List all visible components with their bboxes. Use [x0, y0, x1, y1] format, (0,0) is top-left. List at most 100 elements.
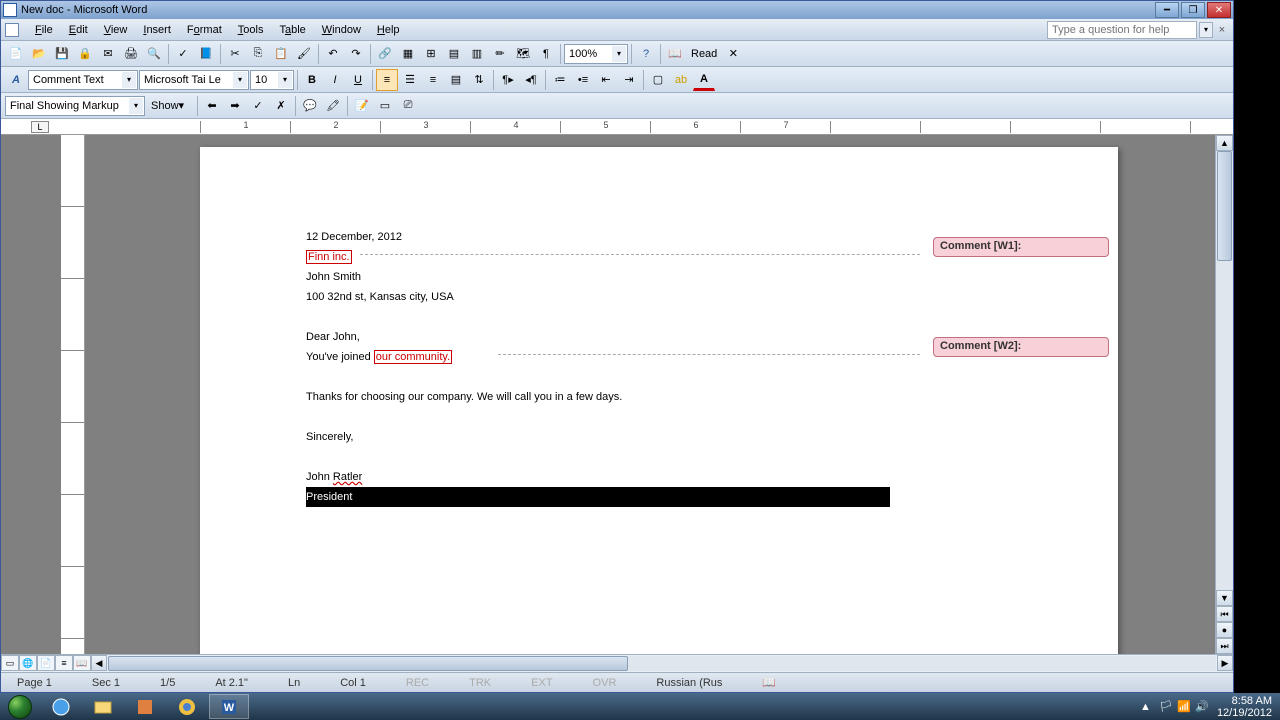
new-comment-icon[interactable]: 💬	[299, 95, 321, 117]
print-icon[interactable]: 🖨	[120, 43, 142, 65]
hscroll-track[interactable]	[108, 656, 1216, 671]
web-view-icon[interactable]: 🌐	[19, 655, 37, 671]
menu-edit[interactable]: Edit	[61, 22, 96, 38]
tray-flag-icon[interactable]: 🏳	[1159, 700, 1173, 714]
menu-table[interactable]: Table	[271, 22, 313, 38]
menu-view[interactable]: View	[96, 22, 136, 38]
help-search-input[interactable]	[1047, 21, 1197, 39]
comment-balloon-2[interactable]: Comment [W2]:	[933, 337, 1109, 357]
bold-icon[interactable]: B	[301, 69, 323, 91]
tables-borders-icon[interactable]: ▦	[397, 43, 419, 65]
scroll-thumb[interactable]	[1217, 151, 1232, 261]
ltr-icon[interactable]: ¶▸	[497, 69, 519, 91]
help-close-icon[interactable]: ×	[1215, 22, 1229, 38]
show-hidden-icons[interactable]: ▲	[1140, 701, 1151, 713]
balloons-icon[interactable]: ⎚	[397, 95, 419, 117]
show-menu[interactable]: Show▾	[146, 96, 194, 116]
normal-view-icon[interactable]: ▭	[1, 655, 19, 671]
print-preview-icon[interactable]: 🔍	[143, 43, 165, 65]
align-right-icon[interactable]: ≡	[422, 69, 444, 91]
read-mode-icon[interactable]: 📖	[664, 43, 686, 65]
next-change-icon[interactable]: ➡	[224, 95, 246, 117]
vertical-ruler[interactable]	[61, 135, 85, 654]
reviewing-pane-icon[interactable]: ▭	[374, 95, 396, 117]
prev-change-icon[interactable]: ⬅	[201, 95, 223, 117]
status-ovr[interactable]: OVR	[583, 677, 627, 689]
comment-balloon-1[interactable]: Comment [W1]:	[933, 237, 1109, 257]
browse-object-icon[interactable]: ●	[1216, 622, 1233, 638]
taskbar-chrome-icon[interactable]	[167, 694, 207, 719]
format-painter-icon[interactable]: 🖌	[293, 43, 315, 65]
status-language[interactable]: Russian (Rus	[646, 677, 732, 689]
cut-icon[interactable]: ✂	[224, 43, 246, 65]
highlight-icon[interactable]: ab	[670, 69, 692, 91]
new-doc-icon[interactable]: 📄	[5, 43, 27, 65]
menu-insert[interactable]: Insert	[135, 22, 179, 38]
accept-icon[interactable]: ✓	[247, 95, 269, 117]
minimize-button[interactable]: ━	[1155, 2, 1179, 18]
commented-text-2[interactable]: our community.	[374, 350, 452, 364]
decrease-indent-icon[interactable]: ⇤	[595, 69, 617, 91]
reject-icon[interactable]: ✗	[270, 95, 292, 117]
email-icon[interactable]: ✉	[97, 43, 119, 65]
doc-map-icon[interactable]: 🗺	[512, 43, 534, 65]
borders-icon[interactable]: ▢	[647, 69, 669, 91]
control-menu-icon[interactable]	[5, 23, 19, 37]
scroll-down-icon[interactable]: ▼	[1216, 590, 1233, 606]
menu-help[interactable]: Help	[369, 22, 408, 38]
tray-volume-icon[interactable]: 🔊	[1195, 700, 1209, 714]
vertical-scrollbar[interactable]: ▲ ▼ ⏮ ● ⏭	[1215, 135, 1233, 654]
commented-text-1[interactable]: Finn inc.	[306, 250, 352, 264]
align-left-icon[interactable]: ≡	[376, 69, 398, 91]
taskbar-clock[interactable]: 8:58 AM 12/19/2012	[1217, 695, 1272, 719]
start-button[interactable]	[0, 693, 40, 720]
rtl-icon[interactable]: ◂¶	[520, 69, 542, 91]
track-changes-icon[interactable]: 📝	[351, 95, 373, 117]
styles-pane-icon[interactable]: A	[5, 69, 27, 91]
prev-page-icon[interactable]: ⏮	[1216, 606, 1233, 622]
help-icon[interactable]: ?	[635, 43, 657, 65]
research-icon[interactable]: 📘	[195, 43, 217, 65]
zoom-combo[interactable]: 100%▾	[564, 44, 628, 64]
paste-icon[interactable]: 📋	[270, 43, 292, 65]
taskbar-ie-icon[interactable]	[41, 694, 81, 719]
menu-tools[interactable]: Tools	[230, 22, 272, 38]
taskbar-word-icon[interactable]: W	[209, 694, 249, 719]
read-label[interactable]: Read	[687, 48, 721, 60]
print-layout-icon[interactable]: 📄	[37, 655, 55, 671]
style-combo[interactable]: Comment Text▾	[28, 70, 138, 90]
scroll-right-icon[interactable]: ▶	[1217, 655, 1233, 671]
hyperlink-icon[interactable]: 🔗	[374, 43, 396, 65]
display-review-combo[interactable]: Final Showing Markup▾	[5, 96, 145, 116]
reading-view-icon[interactable]: 📖	[73, 655, 91, 671]
tray-network-icon[interactable]: 📶	[1177, 700, 1191, 714]
help-dropdown-icon[interactable]: ▾	[1199, 22, 1213, 38]
open-icon[interactable]: 📂	[28, 43, 50, 65]
increase-indent-icon[interactable]: ⇥	[618, 69, 640, 91]
status-rec[interactable]: REC	[396, 677, 439, 689]
document-canvas[interactable]: 12 December, 2012 Finn inc. John Smith 1…	[85, 135, 1215, 654]
selected-text[interactable]: President	[306, 487, 890, 507]
font-combo[interactable]: Microsoft Tai Le▾	[139, 70, 249, 90]
scroll-left-icon[interactable]: ◀	[91, 655, 107, 671]
status-ext[interactable]: EXT	[521, 677, 562, 689]
underline-icon[interactable]: U	[347, 69, 369, 91]
menu-file[interactable]: File	[27, 22, 61, 38]
bullets-icon[interactable]: •≡	[572, 69, 594, 91]
page[interactable]: 12 December, 2012 Finn inc. John Smith 1…	[200, 147, 1118, 654]
insert-table-icon[interactable]: ⊞	[420, 43, 442, 65]
next-page-icon[interactable]: ⏭	[1216, 638, 1233, 654]
redo-icon[interactable]: ↷	[345, 43, 367, 65]
undo-icon[interactable]: ↶	[322, 43, 344, 65]
align-center-icon[interactable]: ☰	[399, 69, 421, 91]
drawing-icon[interactable]: ✏	[489, 43, 511, 65]
highlight-tool-icon[interactable]: 🖍	[322, 95, 344, 117]
close-button[interactable]: ✕	[1207, 2, 1231, 18]
spellcheck-icon[interactable]: ✓	[172, 43, 194, 65]
scroll-up-icon[interactable]: ▲	[1216, 135, 1233, 151]
justify-icon[interactable]: ▤	[445, 69, 467, 91]
permission-icon[interactable]: 🔒	[74, 43, 96, 65]
font-size-combo[interactable]: 10▾	[250, 70, 294, 90]
menu-format[interactable]: Format	[179, 22, 230, 38]
line-spacing-icon[interactable]: ⇅	[468, 69, 490, 91]
